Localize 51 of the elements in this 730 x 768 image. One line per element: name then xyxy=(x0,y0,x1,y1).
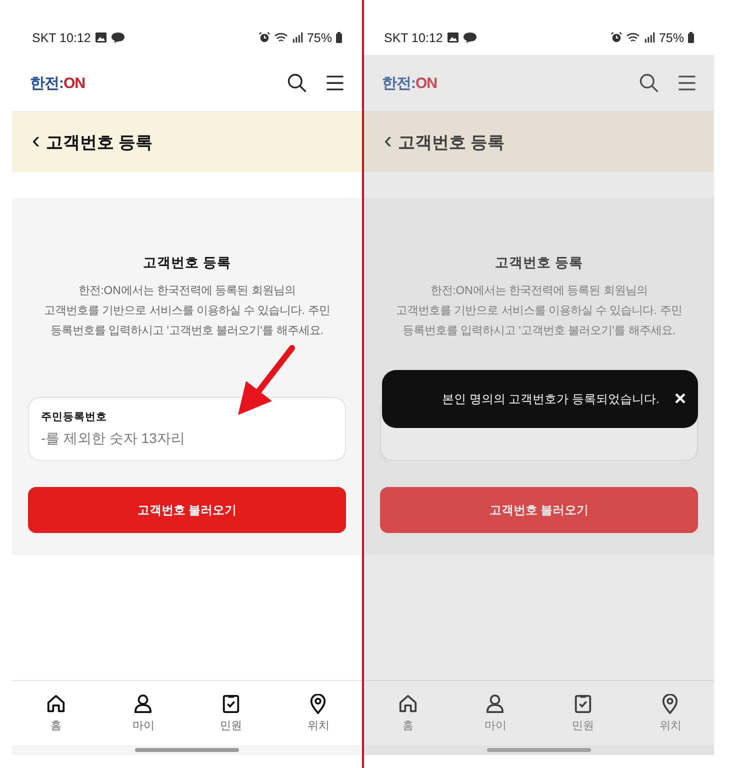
chat-bubble-icon xyxy=(462,32,477,43)
description-text: 한전:ON에서는 한국전력에 등록된 회원님의 고객번호를 기반으로 서비스를 이용하실 수 있습니다. 주민 등록번호를 입력하시고 '고객번호 불러오기'를 해주세요. xyxy=(44,284,330,339)
nav-label[interactable]: 홈 xyxy=(402,718,414,732)
back-button[interactable]: ‹ xyxy=(32,128,40,152)
nav-label[interactable]: 홈 xyxy=(50,718,62,732)
page-title: 고객번호 등록 xyxy=(46,132,153,154)
wifi-icon xyxy=(626,32,640,43)
back-button[interactable]: ‹ xyxy=(384,128,392,152)
battery-icon xyxy=(688,32,694,43)
section-heading: 고객번호 등록 xyxy=(143,254,231,272)
carrier-time: SKT 10:12 xyxy=(32,30,91,44)
nav-label[interactable]: 민원 xyxy=(572,718,594,732)
clipboard-icon[interactable] xyxy=(572,694,593,714)
alarm-icon xyxy=(258,32,270,43)
signal-icon xyxy=(292,32,303,43)
load-button[interactable]: 고객번호 불러오기 xyxy=(380,487,698,533)
home-icon[interactable] xyxy=(46,694,66,714)
home-icon[interactable] xyxy=(398,694,418,714)
location-pin-icon[interactable] xyxy=(660,694,680,714)
battery-percent: 75% xyxy=(306,30,332,44)
image-icon xyxy=(94,32,107,43)
load-button[interactable]: 고객번호 불러오기 xyxy=(28,487,346,533)
clipboard-icon[interactable] xyxy=(220,694,241,714)
search-icon[interactable] xyxy=(638,72,660,94)
carrier-time: SKT 10:12 xyxy=(384,30,443,44)
person-icon[interactable] xyxy=(485,694,506,714)
location-pin-icon[interactable] xyxy=(308,694,328,714)
battery-icon xyxy=(336,32,342,43)
nav-label[interactable]: 위치 xyxy=(307,718,330,732)
nav-label[interactable]: 마이 xyxy=(132,718,154,732)
person-icon[interactable] xyxy=(133,694,154,714)
image-icon xyxy=(446,32,459,43)
description-text: 한전:ON에서는 한국전력에 등록된 회원님의 고객번호를 기반으로 서비스를 이용하실 수 있습니다. 주민 등록번호를 입력하시고 '고객번호 불러오기'를 해주세요. xyxy=(396,284,682,339)
nav-label[interactable]: 민원 xyxy=(220,718,242,732)
battery-percent: 75% xyxy=(658,30,684,44)
alarm-icon xyxy=(610,32,622,43)
close-button[interactable]: × xyxy=(674,389,686,409)
wifi-icon xyxy=(274,32,288,43)
page-title: 고객번호 등록 xyxy=(398,132,505,154)
toast-text: 본인 명의의 고객번호가 등록되었습니다. xyxy=(442,390,660,408)
field-label: 주민등록번호 xyxy=(41,410,108,424)
input-field[interactable]: -를 제외한 숫자 13자리 xyxy=(41,430,333,446)
chat-bubble-icon xyxy=(110,32,125,43)
section-heading: 고객번호 등록 xyxy=(495,254,583,272)
signal-icon xyxy=(644,32,655,43)
pointer-arrow xyxy=(238,345,295,415)
app-logo[interactable]: 한전:ON xyxy=(382,74,437,92)
search-icon[interactable] xyxy=(286,72,308,94)
app-logo[interactable]: 한전:ON xyxy=(30,74,85,92)
nav-label[interactable]: 위치 xyxy=(659,718,682,732)
nav-label[interactable]: 마이 xyxy=(484,718,506,732)
